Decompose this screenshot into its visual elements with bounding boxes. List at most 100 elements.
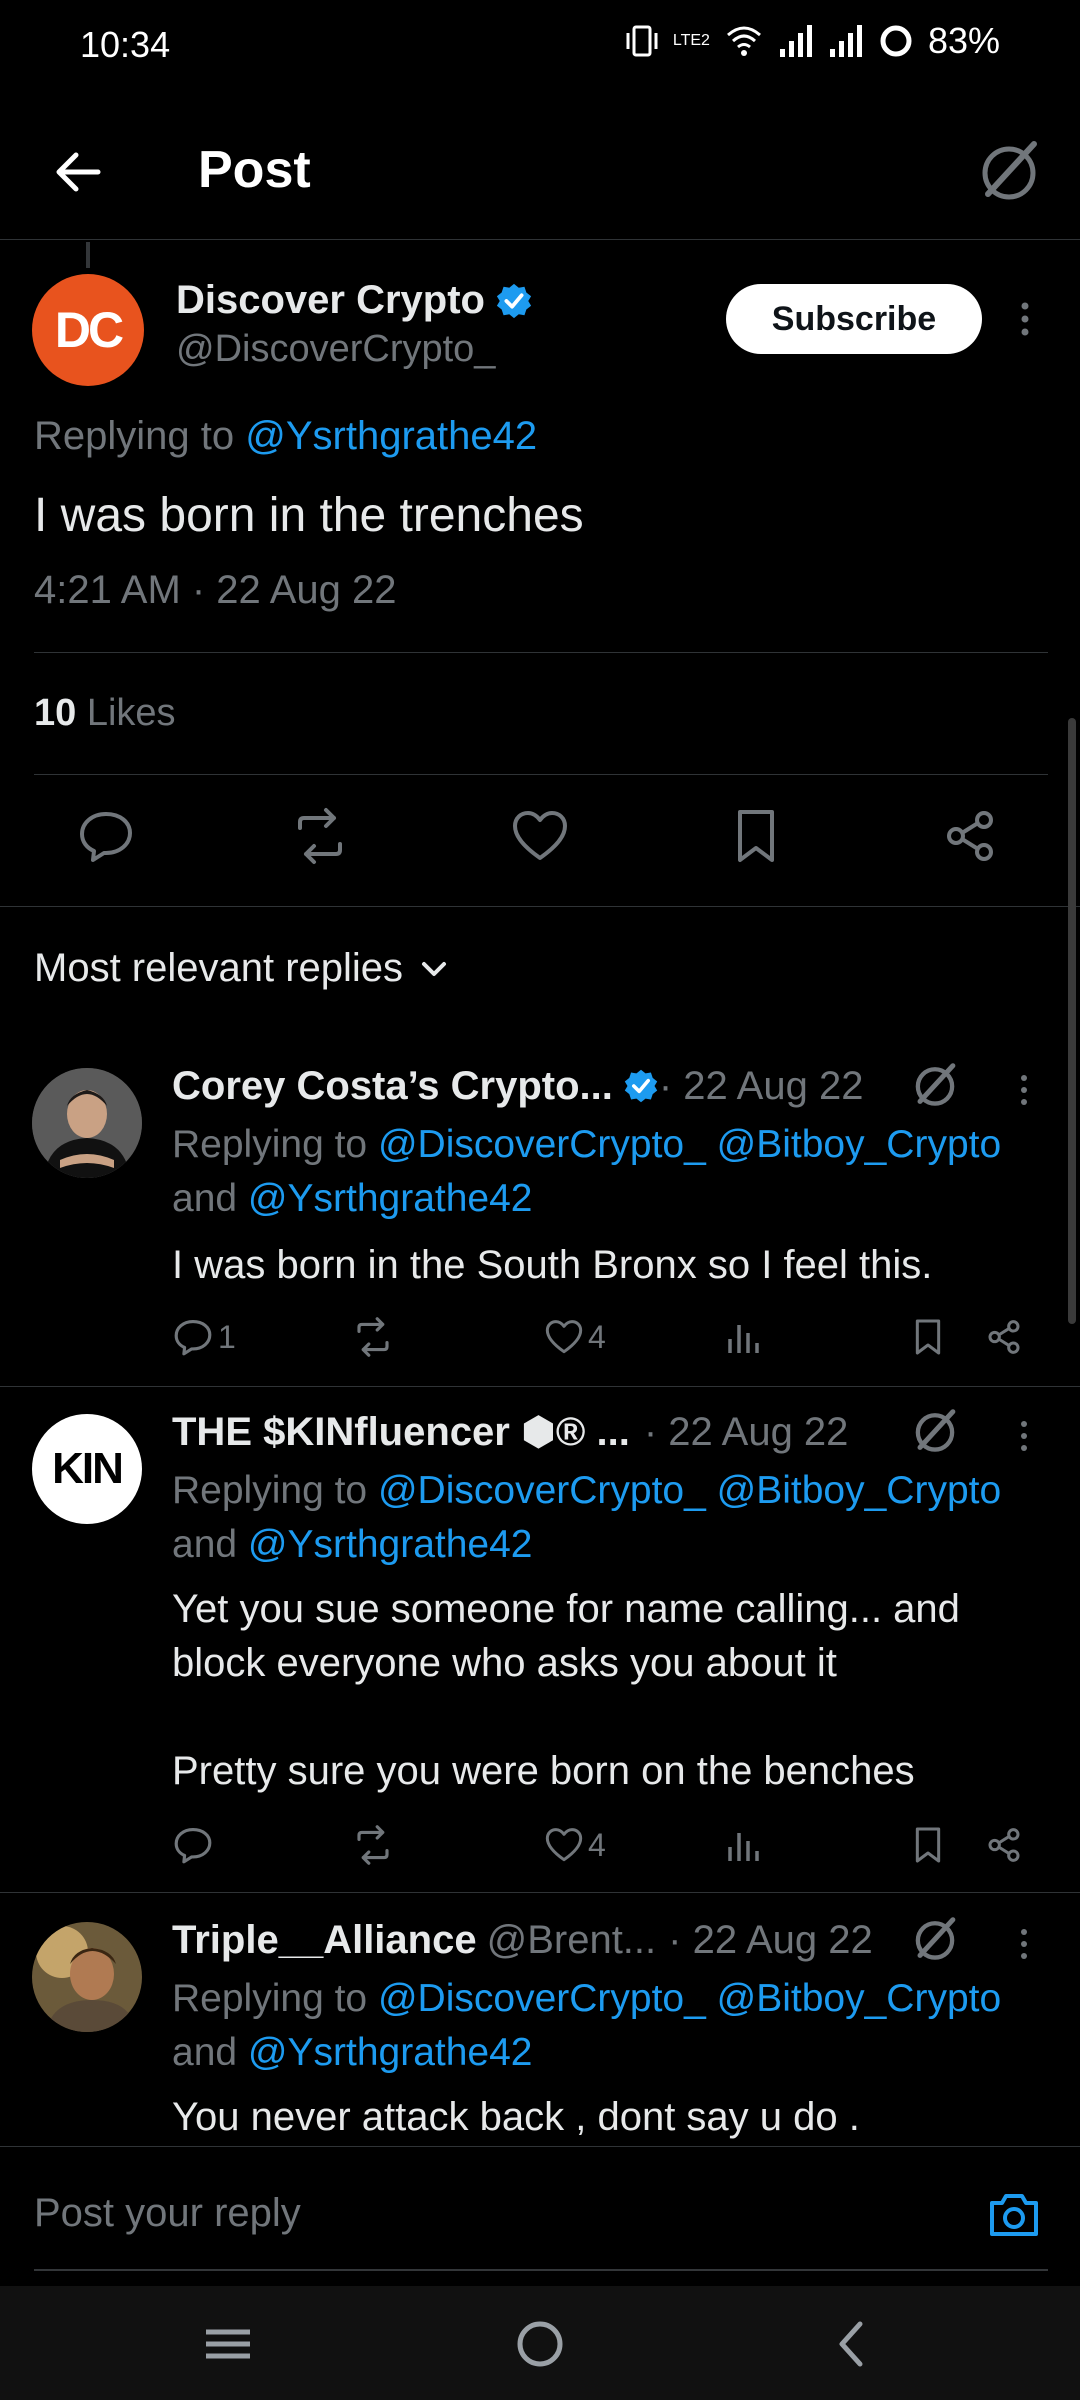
author-handle: @DiscoverCrypto_ (176, 328, 496, 370)
like-button[interactable] (510, 806, 570, 866)
repost-button[interactable] (352, 1820, 394, 1870)
share-icon (947, 811, 993, 861)
reply-button[interactable]: 1 (172, 1312, 236, 1362)
grok-button[interactable] (974, 136, 1044, 206)
like-button[interactable]: 4 (544, 1820, 606, 1870)
grok-icon (915, 1409, 956, 1452)
reply-author-name[interactable]: Corey Costa’s Crypto... (172, 1064, 613, 1109)
reply-text: You never attack back , dont say u do . (172, 2095, 860, 2139)
system-back-button[interactable] (822, 2314, 882, 2374)
replying-handle-link[interactable]: @Ysrthgrathe42 (248, 1523, 533, 1566)
repost-icon (357, 1317, 389, 1357)
camera-icon (990, 2194, 1038, 2236)
signal-icon-2 (829, 25, 862, 57)
share-button[interactable] (984, 1312, 1024, 1362)
status-time: 10:34 (80, 24, 171, 65)
menu-icon (206, 2329, 250, 2359)
grok-button[interactable] (910, 1060, 960, 1110)
replying-and: and (172, 1523, 248, 1566)
reply-icon (174, 1828, 212, 1864)
composer-underline (34, 2269, 1048, 2271)
replying-to: Replying to @DiscoverCrypto_ @Bitboy_Cry… (172, 1972, 1050, 2080)
subscribe-button[interactable]: Subscribe (726, 284, 982, 354)
reply-text-line: Pretty sure you were born on the benches (172, 1749, 915, 1793)
like-count: 4 (588, 1318, 606, 1355)
chevron-down-icon (422, 961, 447, 976)
wifi-icon (726, 26, 761, 56)
avatar[interactable]: KIN (32, 1414, 142, 1524)
bookmark-button[interactable] (726, 806, 786, 866)
reply-button[interactable] (172, 1820, 218, 1870)
replying-handles-link[interactable]: @DiscoverCrypto_ @Bitboy_Crypto (378, 1469, 1001, 1512)
share-button[interactable] (940, 806, 1000, 866)
more-options-button[interactable] (1012, 1414, 1036, 1458)
top-app-bar: Post (0, 120, 1080, 240)
like-icon (513, 811, 567, 860)
sort-replies-dropdown[interactable]: Most relevant replies (34, 946, 449, 991)
bookmark-icon (915, 1319, 941, 1355)
more-options-button[interactable] (1012, 1922, 1036, 1966)
reply-button[interactable] (76, 806, 136, 866)
reply-header: Corey Costa’s Crypto... · 22 Aug 22 (172, 1060, 863, 1112)
more-icon (1021, 1929, 1027, 1959)
repost-button[interactable] (352, 1312, 394, 1362)
camera-button[interactable] (986, 2187, 1042, 2243)
avatar-logo: KIN (52, 1444, 124, 1493)
post-text: I was born in the trenches (34, 489, 584, 542)
reply-text: I was born in the South Bronx so I feel … (172, 1243, 933, 1287)
replying-prefix: Replying to (172, 1977, 378, 2020)
reply-action-bar: 4 (172, 1820, 1032, 1870)
views-button[interactable] (724, 1820, 764, 1870)
views-button[interactable] (724, 1312, 764, 1362)
page-title: Post (198, 141, 311, 199)
back-button[interactable] (48, 142, 108, 202)
likes-count-link[interactable]: 10 Likes (34, 692, 176, 735)
replying-handles-link[interactable]: @DiscoverCrypto_ @Bitboy_Crypto (378, 1123, 1001, 1166)
bookmark-button[interactable] (908, 1312, 948, 1362)
avatar[interactable] (32, 1922, 142, 2032)
reply-author-handle: @Brent... (486, 1917, 657, 1962)
recent-apps-button[interactable] (198, 2314, 258, 2374)
avatar-photo (32, 1922, 142, 2032)
vibrate-icon (626, 25, 658, 57)
grok-icon (915, 1063, 956, 1106)
author-name[interactable]: Discover Crypto (176, 278, 533, 323)
avatar[interactable]: DC (32, 274, 144, 386)
views-icon (728, 1325, 759, 1353)
network-label: LTE2 (672, 32, 710, 49)
bookmark-button[interactable] (908, 1820, 948, 1870)
post-timestamp[interactable]: 4:21 AM · 22 Aug 22 (34, 568, 396, 613)
reply-date: · 22 Aug 22 (658, 1063, 864, 1108)
reply-composer[interactable]: Post your reply (0, 2146, 1080, 2286)
verified-badge-icon (496, 283, 532, 318)
like-icon (545, 1828, 583, 1862)
scrollbar[interactable] (1068, 718, 1076, 1324)
grok-button[interactable] (910, 1914, 960, 1964)
replying-handle-link[interactable]: @Ysrthgrathe42 (245, 414, 537, 458)
reply-input-placeholder[interactable]: Post your reply (34, 2191, 301, 2236)
home-button[interactable] (510, 2314, 570, 2374)
more-options-button[interactable] (1010, 294, 1040, 344)
status-icons: LTE2 83% (625, 20, 1000, 62)
share-icon (988, 1320, 1020, 1354)
grok-button[interactable] (910, 1406, 960, 1456)
repost-button[interactable] (290, 806, 350, 866)
replying-handle-link[interactable]: @Ysrthgrathe42 (248, 1177, 533, 1220)
more-icon (1021, 1075, 1027, 1105)
share-button[interactable] (984, 1820, 1024, 1870)
like-button[interactable]: 4 (544, 1312, 606, 1362)
replying-handle-link[interactable]: @Ysrthgrathe42 (248, 2031, 533, 2074)
more-icon (1021, 302, 1029, 336)
reply-icon (174, 1320, 212, 1356)
reply-text: Yet you sue someone for name calling... … (172, 1582, 1050, 1798)
replying-prefix: Replying to (172, 1469, 378, 1512)
divider (0, 906, 1080, 907)
replying-handles-link[interactable]: @DiscoverCrypto_ @Bitboy_Crypto (378, 1977, 1001, 2020)
replying-to: Replying to @DiscoverCrypto_ @Bitboy_Cry… (172, 1464, 1050, 1572)
like-icon (545, 1320, 583, 1354)
more-options-button[interactable] (1012, 1068, 1036, 1112)
reply-author-name[interactable]: THE $KINfluencer ⬢® ... (172, 1409, 630, 1455)
replying-to: Replying to @DiscoverCrypto_ @Bitboy_Cry… (172, 1118, 1050, 1226)
reply-author-name[interactable]: Triple__Alliance (172, 1918, 477, 1963)
avatar[interactable] (32, 1068, 142, 1178)
